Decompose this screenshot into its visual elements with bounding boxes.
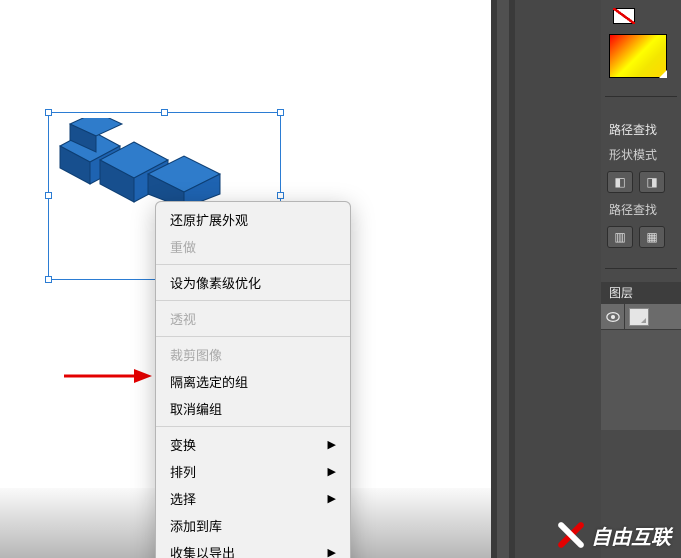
- menu-pixel-optimize[interactable]: 设为像素级优化: [156, 269, 350, 296]
- menu-collect-export[interactable]: 收集以导出 ▶: [156, 539, 350, 558]
- selection-handle[interactable]: [45, 192, 52, 199]
- menu-ungroup[interactable]: 取消编组: [156, 395, 350, 422]
- selection-handle[interactable]: [161, 109, 168, 116]
- layer-thumbnail[interactable]: [629, 308, 649, 326]
- menu-add-to-library[interactable]: 添加到库: [156, 512, 350, 539]
- selected-3d-shapes[interactable]: [52, 118, 272, 208]
- menu-arrange[interactable]: 排列 ▶: [156, 458, 350, 485]
- pathfinder-label: 路径查找: [601, 197, 681, 222]
- pathfinder-row: ▥ ▦: [601, 222, 681, 252]
- menu-label: 排列: [170, 462, 196, 481]
- menu-separator: [156, 426, 350, 427]
- layer-row[interactable]: [601, 304, 681, 330]
- menu-label: 添加到库: [170, 516, 222, 535]
- selection-handle[interactable]: [45, 109, 52, 116]
- submenu-arrow-icon: ▶: [328, 438, 336, 451]
- menu-label: 收集以导出: [170, 543, 235, 558]
- menu-select[interactable]: 选择 ▶: [156, 485, 350, 512]
- trim-button[interactable]: ▦: [639, 226, 665, 248]
- menu-separator: [156, 264, 350, 265]
- no-fill-swatch-icon[interactable]: [613, 8, 635, 24]
- menu-isolate-group[interactable]: 隔离选定的组: [156, 368, 350, 395]
- menu-undo[interactable]: 还原扩展外观: [156, 206, 350, 233]
- menu-separator: [156, 300, 350, 301]
- minus-front-button[interactable]: ◨: [639, 171, 665, 193]
- selection-handle[interactable]: [45, 276, 52, 283]
- layers-empty-area: [601, 330, 681, 430]
- minus-front-icon: ◨: [646, 175, 657, 189]
- menu-label: 选择: [170, 489, 196, 508]
- panel-rail: [491, 0, 601, 558]
- panel-main: 路径查找 形状模式 ◧ ◨ 路径查找 ▥ ▦ 图层: [601, 0, 681, 558]
- menu-label: 变换: [170, 435, 196, 454]
- right-panel-dock: 路径查找 形状模式 ◧ ◨ 路径查找 ▥ ▦ 图层: [491, 0, 681, 558]
- color-swatch[interactable]: [609, 34, 667, 78]
- menu-label: 还原扩展外观: [170, 210, 248, 229]
- swatch-corner-icon: [659, 70, 667, 78]
- menu-separator: [156, 336, 350, 337]
- panel-separator: [605, 96, 677, 97]
- trim-icon: ▦: [646, 230, 657, 244]
- swatch-row: [613, 8, 635, 24]
- layer-visibility-toggle[interactable]: [601, 304, 625, 329]
- submenu-arrow-icon: ▶: [328, 492, 336, 505]
- layers-tab[interactable]: 图层: [601, 282, 681, 304]
- menu-crop-image: 裁剪图像: [156, 341, 350, 368]
- menu-label: 隔离选定的组: [170, 372, 248, 391]
- selection-handle[interactable]: [277, 192, 284, 199]
- menu-label: 裁剪图像: [170, 345, 222, 364]
- unite-button[interactable]: ◧: [607, 171, 633, 193]
- shape-mode-row: ◧ ◨: [601, 167, 681, 197]
- menu-label: 取消编组: [170, 399, 222, 418]
- menu-label: 透视: [170, 309, 196, 328]
- menu-transform[interactable]: 变换 ▶: [156, 431, 350, 458]
- divide-button[interactable]: ▥: [607, 226, 633, 248]
- annotation-arrow: [62, 366, 152, 386]
- eye-icon: [606, 311, 620, 323]
- menu-label: 重做: [170, 237, 196, 256]
- panel-separator: [605, 268, 677, 269]
- context-menu: 还原扩展外观 重做 设为像素级优化 透视 裁剪图像 隔离选定的组 取消编组 变换…: [155, 201, 351, 558]
- submenu-arrow-icon: ▶: [328, 546, 336, 558]
- selection-handle[interactable]: [277, 109, 284, 116]
- menu-label: 设为像素级优化: [170, 273, 261, 292]
- submenu-arrow-icon: ▶: [328, 465, 336, 478]
- shape-mode-label: 形状模式: [601, 142, 681, 167]
- divide-icon: ▥: [614, 230, 625, 244]
- pathfinder-tab[interactable]: 路径查找: [601, 118, 681, 142]
- unite-icon: ◧: [614, 175, 625, 189]
- menu-perspective: 透视: [156, 305, 350, 332]
- menu-redo: 重做: [156, 233, 350, 260]
